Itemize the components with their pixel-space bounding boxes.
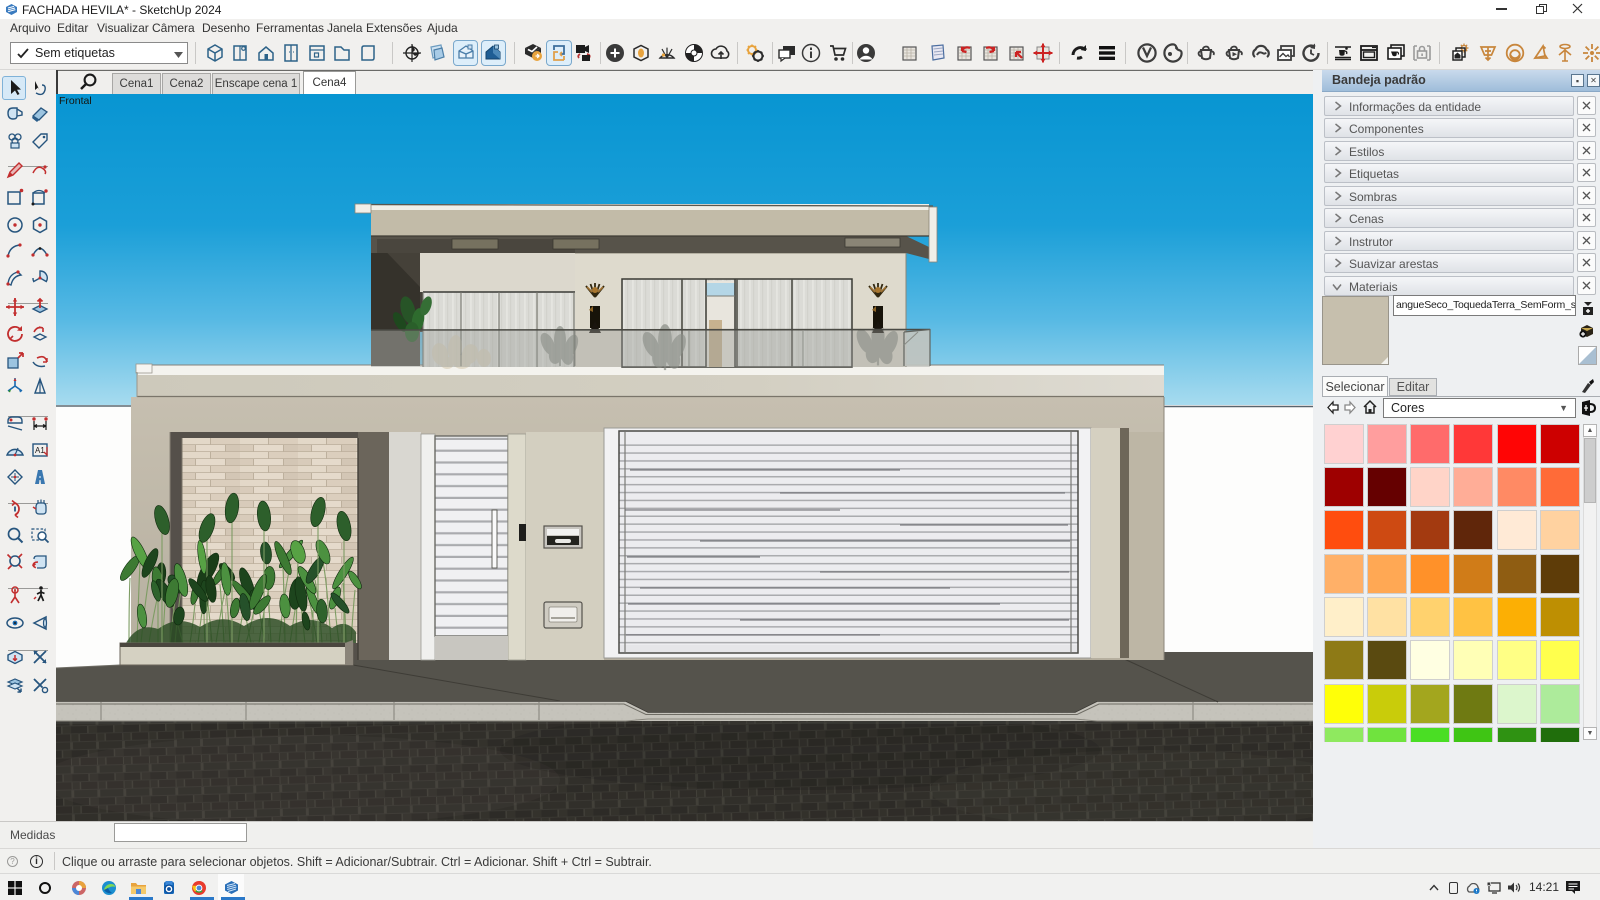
svg-text:A1: A1: [35, 446, 45, 455]
svg-text:Frontal: Frontal: [59, 95, 92, 107]
